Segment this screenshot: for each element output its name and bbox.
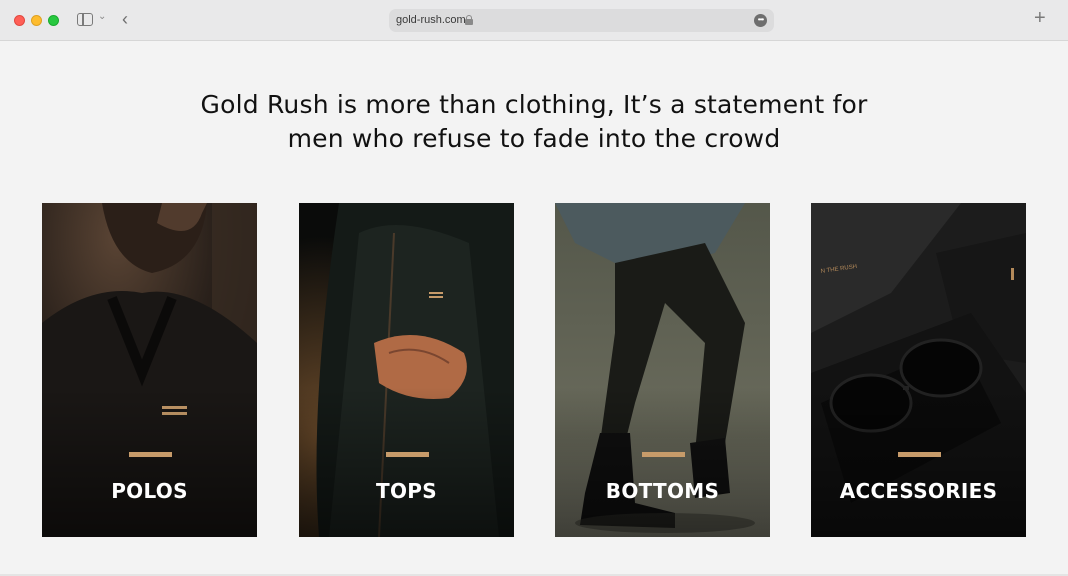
category-card-bottoms[interactable]: BOTTOMS <box>555 203 770 537</box>
category-card-tops[interactable]: TOPS <box>299 203 514 537</box>
hero-line-1: Gold Rush is more than clothing, It’s a … <box>200 90 868 119</box>
url-text[interactable]: gold-rush.com <box>396 14 466 26</box>
accent-bar <box>897 452 941 457</box>
category-card-accessories[interactable]: N THE RUSH ACCESSORIES <box>811 203 1026 537</box>
category-label[interactable]: POLOS <box>42 479 257 503</box>
page-menu-button[interactable]: ••• <box>754 14 767 27</box>
accent-bar <box>128 452 172 457</box>
sidebar-toggle-icon[interactable] <box>77 13 93 26</box>
browser-toolbar: ⌄ ‹ gold-rush.com ••• + <box>0 0 1068 41</box>
chevron-down-icon[interactable]: ⌄ <box>98 11 106 22</box>
category-card-polos[interactable]: POLOS <box>42 203 257 537</box>
lock-icon <box>465 15 473 25</box>
category-label[interactable]: BOTTOMS <box>555 479 770 503</box>
accent-bar <box>641 452 685 457</box>
category-label[interactable]: TOPS <box>299 479 514 503</box>
category-label[interactable]: ACCESSORIES <box>811 479 1026 503</box>
window-controls <box>14 15 59 26</box>
maximize-window-button[interactable] <box>48 15 59 26</box>
new-tab-button[interactable]: + <box>1034 8 1046 28</box>
accent-bar <box>385 452 429 457</box>
hero-line-2: men who refuse to fade into the crowd <box>287 124 781 153</box>
back-button[interactable]: ‹ <box>122 9 128 29</box>
minimize-window-button[interactable] <box>31 15 42 26</box>
address-bar[interactable]: gold-rush.com ••• <box>389 9 774 32</box>
close-window-button[interactable] <box>14 15 25 26</box>
hero-headline: Gold Rush is more than clothing, It’s a … <box>184 88 884 156</box>
